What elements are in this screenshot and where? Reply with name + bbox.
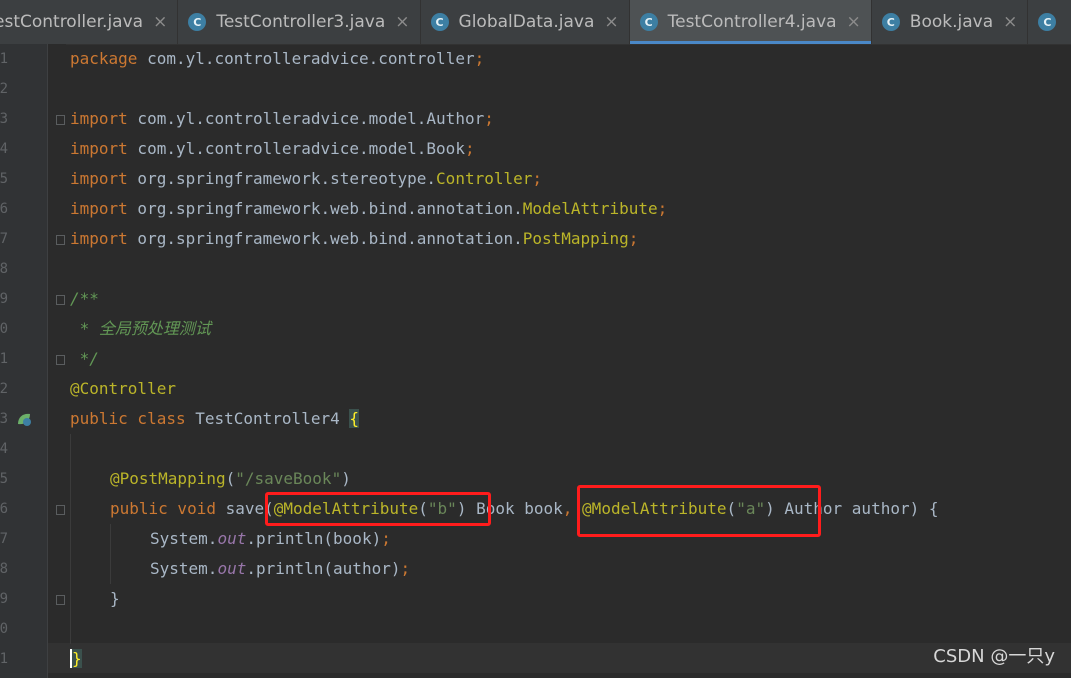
current-line-highlight <box>48 643 1071 673</box>
code-line-21: } <box>70 644 82 674</box>
indent-guide <box>70 434 71 644</box>
line-number: 19 <box>0 591 8 607</box>
close-icon[interactable]: × <box>847 12 861 32</box>
line-number: 4 <box>0 141 8 157</box>
line-number: 21 <box>0 651 8 667</box>
editor-tab-bar: estController.java × C TestController3.j… <box>0 0 1071 45</box>
line-number: 2 <box>0 81 8 97</box>
line-number: 11 <box>0 351 8 367</box>
spring-bean-icon[interactable] <box>16 412 32 426</box>
line-number: 8 <box>0 261 8 277</box>
fold-marker[interactable] <box>56 295 65 305</box>
line-number: 7 <box>0 231 8 247</box>
watermark: CSDN @一只y <box>933 646 1055 667</box>
code-line-5: import org.springframework.stereotype.Co… <box>70 169 543 188</box>
code-line-12: @Controller <box>70 379 176 398</box>
code-line-3: import com.yl.controlleradvice.model.Aut… <box>70 109 494 128</box>
fold-marker[interactable] <box>56 355 65 365</box>
line-number: 1 <box>0 51 8 67</box>
close-icon[interactable]: × <box>1003 12 1017 32</box>
fold-marker[interactable] <box>56 595 65 605</box>
tab-testcontroller4[interactable]: C TestController4.java × <box>629 0 872 44</box>
code-line-6: import org.springframework.web.bind.anno… <box>70 199 668 218</box>
code-line-11: */ <box>70 349 99 368</box>
code-line-13: public class TestController4 { <box>70 409 359 428</box>
java-class-icon: C <box>639 13 658 31</box>
close-icon[interactable]: × <box>395 12 409 32</box>
line-number: 12 <box>0 381 8 397</box>
code-line-4: import com.yl.controlleradvice.model.Boo… <box>70 139 475 158</box>
fold-marker[interactable] <box>56 115 65 125</box>
line-number: 18 <box>0 561 8 577</box>
line-number: 15 <box>0 471 8 487</box>
tab-globaldata[interactable]: C GlobalData.java × <box>421 0 630 44</box>
code-line-18: System.out.println(author); <box>150 559 411 578</box>
indent-guide <box>110 524 111 584</box>
code-line-9: /** <box>70 289 99 308</box>
text-cursor: } <box>70 649 82 668</box>
tab-label: TestController3.java <box>216 12 386 32</box>
highlight-box-model-attribute-a <box>577 485 821 537</box>
code-line-19: } <box>110 589 120 608</box>
code-line-15: @PostMapping("/saveBook") <box>110 469 351 488</box>
line-number: 14 <box>0 441 8 457</box>
code-line-17: System.out.println(book); <box>150 529 391 548</box>
tab-label: estController.java <box>0 12 144 32</box>
tab-label: TestController4.java <box>667 12 837 32</box>
close-icon[interactable]: × <box>153 12 167 32</box>
tab-book[interactable]: C Book.java × <box>872 0 1029 44</box>
code-line-7: import org.springframework.web.bind.anno… <box>70 229 639 248</box>
code-line-1: package com.yl.controlleradvice.controll… <box>70 49 485 68</box>
tab-testcontroller[interactable]: estController.java × <box>0 0 179 44</box>
line-number: 6 <box>0 201 8 217</box>
line-number: 9 <box>0 291 8 307</box>
tab-label: GlobalData.java <box>458 12 595 32</box>
tab-label: Book.java <box>909 12 994 32</box>
java-class-icon: C <box>188 13 207 31</box>
fold-marker[interactable] <box>56 505 65 515</box>
line-number: 10 <box>0 321 8 337</box>
code-line-10: * 全局预处理测试 <box>70 319 211 338</box>
line-number: 3 <box>0 111 8 127</box>
line-number: 5 <box>0 171 8 187</box>
highlight-box-model-attribute-b <box>265 492 491 526</box>
line-number: 13 <box>0 411 8 427</box>
line-number: 20 <box>0 621 8 637</box>
close-icon[interactable]: × <box>604 12 618 32</box>
tab-testcontroller3[interactable]: C TestController3.java × <box>178 0 421 44</box>
line-number: 16 <box>0 501 8 517</box>
java-class-icon: C <box>1038 13 1057 31</box>
tab-overflow[interactable]: C <box>1028 0 1071 44</box>
line-number: 17 <box>0 531 8 547</box>
java-class-icon: C <box>430 13 449 31</box>
java-class-icon: C <box>881 13 900 31</box>
fold-marker[interactable] <box>56 235 65 245</box>
